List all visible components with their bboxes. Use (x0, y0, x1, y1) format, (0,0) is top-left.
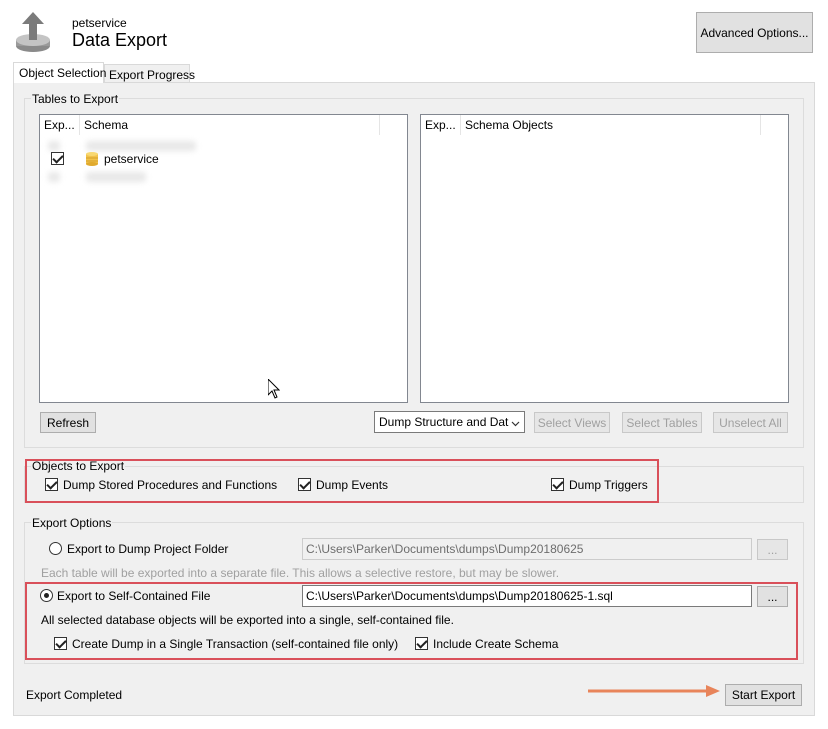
schema-name: petservice (104, 152, 159, 166)
tab-label: Export Progress (109, 68, 196, 82)
highlight-box-file-options (25, 582, 798, 660)
schema-list[interactable]: Exp... Schema petservice (39, 114, 408, 403)
group-title: Export Options (31, 516, 113, 530)
dump-type-select[interactable]: Dump Structure and Dat (374, 411, 525, 433)
select-views-button[interactable]: Select Views (534, 412, 610, 433)
blurred-row (48, 172, 60, 182)
browse-folder-button[interactable]: ... (757, 539, 788, 560)
chevron-down-icon (511, 417, 520, 427)
page-title: Data Export (72, 30, 168, 50)
unselect-all-button[interactable]: Unselect All (713, 412, 788, 433)
blurred-schema-name (86, 172, 146, 182)
tab-object-selection[interactable]: Object Selection (13, 62, 107, 83)
select-tables-button[interactable]: Select Tables (622, 412, 702, 433)
column-header-export[interactable]: Exp... (40, 115, 80, 135)
highlight-box-objects (25, 459, 659, 503)
export-status: Export Completed (26, 688, 123, 702)
export-folder-label: Export to Dump Project Folder (67, 542, 229, 556)
folder-hint: Each table will be exported into a separ… (41, 566, 560, 580)
export-icon (14, 12, 52, 54)
group-title: Tables to Export (31, 92, 120, 106)
select-value: Dump Structure and Dat (379, 415, 509, 429)
tab-label: Object Selection (19, 66, 107, 80)
folder-path-field[interactable]: C:\Users\Parker\Documents\dumps\Dump2018… (302, 538, 752, 560)
schema-checkbox[interactable] (51, 152, 64, 165)
column-header-schema[interactable]: Schema (80, 115, 380, 135)
connection-name: petservice (72, 16, 127, 30)
schema-objects-list[interactable]: Exp... Schema Objects (420, 114, 789, 403)
column-header-export[interactable]: Exp... (421, 115, 461, 135)
blurred-schema-name (86, 141, 196, 151)
database-icon (86, 152, 98, 166)
column-header-schema-objects[interactable]: Schema Objects (461, 115, 761, 135)
export-folder-radio[interactable] (49, 542, 62, 555)
blurred-row (48, 141, 60, 151)
arrow-annotation-icon (588, 684, 720, 698)
start-export-button[interactable]: Start Export (725, 684, 802, 706)
mouse-cursor-icon (267, 377, 281, 399)
refresh-button[interactable]: Refresh (40, 412, 96, 433)
tab-export-progress[interactable]: Export Progress (104, 64, 195, 83)
advanced-options-button[interactable]: Advanced Options... (696, 12, 813, 53)
